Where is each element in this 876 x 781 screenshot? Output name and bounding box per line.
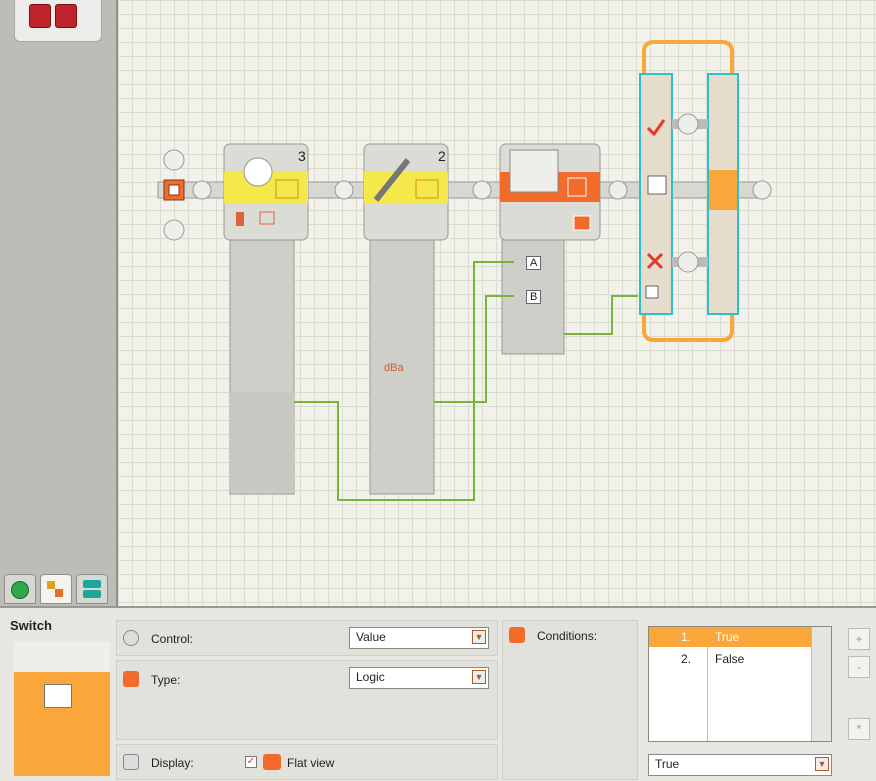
block-palette: [0, 0, 116, 606]
green-circle-icon: [11, 581, 29, 599]
program-canvas[interactable]: 3 2 A B dBa: [116, 0, 876, 606]
control-row: Control: Value ▼: [116, 620, 498, 656]
default-condition-button[interactable]: *: [848, 718, 870, 740]
light-sensor-port: 3: [298, 148, 306, 164]
flat-view-icon: [263, 754, 281, 770]
condition-value: False: [715, 652, 745, 666]
palette-block-icon[interactable]: [29, 4, 51, 28]
type-select[interactable]: Logic ▼: [349, 667, 489, 689]
condition-value: True: [715, 630, 740, 644]
display-icon: [123, 754, 139, 770]
sound-sensor-port: 2: [438, 148, 446, 164]
custom-icon: [83, 580, 101, 588]
type-value: Logic: [356, 670, 385, 684]
condition-select[interactable]: True ▼: [648, 754, 832, 776]
add-condition-button[interactable]: +: [848, 628, 870, 650]
wire: [564, 295, 638, 335]
condition-row[interactable]: 2. False: [649, 649, 811, 669]
chevron-down-icon: ▼: [815, 757, 829, 771]
sound-unit-label: dBa: [384, 362, 404, 374]
configuration-panel: Switch Control: Value ▼ Type: Logic ▼ Di…: [0, 606, 876, 781]
panel-title: Switch: [10, 618, 52, 633]
type-icon: [123, 671, 139, 687]
common-palette-tab[interactable]: [4, 574, 36, 604]
palette-top-tile: [14, 0, 102, 42]
conditions-scrollbar[interactable]: [811, 627, 831, 741]
flat-view-checkbox[interactable]: ✓: [245, 756, 257, 768]
conditions-icon: [509, 627, 525, 643]
light-sensor-block: [223, 143, 309, 495]
condition-num: 1.: [681, 630, 692, 644]
conditions-row: Conditions:: [502, 620, 638, 780]
chevron-down-icon: ▼: [472, 630, 486, 644]
logic-port-b[interactable]: B: [526, 290, 542, 304]
control-select[interactable]: Value ▼: [349, 627, 489, 649]
remove-condition-button[interactable]: -: [848, 656, 870, 678]
eye-icon: [123, 630, 139, 646]
switch-block-icon: [14, 642, 110, 776]
display-row: Display: ✓ Flat view: [116, 744, 498, 780]
condition-num: 2.: [681, 652, 692, 666]
sound-sensor-block: [363, 143, 449, 495]
complete-palette-tab[interactable]: [40, 574, 72, 604]
custom-palette-tab[interactable]: [76, 574, 108, 604]
condition-row[interactable]: 1. True: [649, 627, 811, 647]
conditions-label: Conditions:: [537, 629, 598, 643]
switch-icon: [44, 684, 72, 708]
palette-block-icon[interactable]: [55, 4, 77, 28]
control-label: Control:: [151, 632, 194, 646]
blocks-icon: [47, 581, 55, 589]
program-diagram: [157, 40, 772, 501]
logic-port-a[interactable]: A: [526, 256, 542, 270]
start-point-circle: [163, 149, 185, 171]
palette-tabs: [0, 572, 116, 606]
flat-view-label: Flat view: [287, 756, 335, 770]
control-value: Value: [356, 630, 386, 644]
chevron-down-icon: ▼: [472, 670, 486, 684]
condition-select-value: True: [655, 757, 680, 771]
logic-block: [499, 143, 601, 355]
start-point-circle: [163, 219, 185, 241]
type-row: Type: Logic ▼: [116, 660, 498, 740]
display-label: Display:: [151, 756, 194, 770]
conditions-list[interactable]: 1. True 2. False: [648, 626, 832, 742]
type-label: Type:: [151, 673, 181, 687]
